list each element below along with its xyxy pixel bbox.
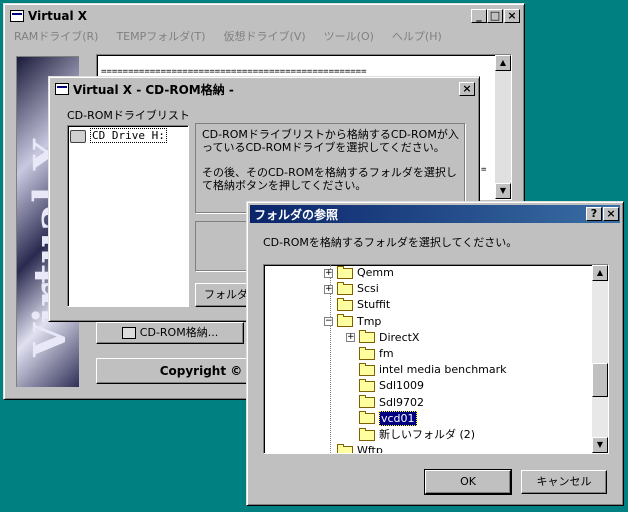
tree-item[interactable]: − Tmp <box>324 314 381 330</box>
maximize-button[interactable]: □ <box>487 9 503 23</box>
expand-icon[interactable]: + <box>324 284 333 294</box>
tree-scroll-up-button[interactable]: ▲ <box>592 265 608 281</box>
tree-item[interactable]: Sdl1009 <box>346 378 424 394</box>
folder-tree[interactable]: + Qemm + Scsi Stuffit − Tmp + DirectX fm intel med… <box>263 264 609 454</box>
tree-item-label: fm <box>379 347 394 360</box>
ok-button[interactable]: OK <box>424 469 512 495</box>
folder-icon <box>359 330 375 344</box>
folder-icon <box>359 395 375 409</box>
browse-prompt: CD-ROMを格納するフォルダを選択してください。 <box>263 236 518 249</box>
tree-item-label: Tmp <box>357 314 382 328</box>
tree-item[interactable]: intel media benchmark <box>346 362 507 378</box>
close-button[interactable]: × <box>504 9 520 23</box>
tree-item[interactable]: Sdl9702 <box>346 395 424 411</box>
folder-icon <box>337 297 353 311</box>
tree-item[interactable]: + DirectX <box>346 330 419 346</box>
tree-item-label: 新しいフォルダ (2) <box>379 428 476 441</box>
tree-item-label: Wftp <box>357 444 383 454</box>
cdrom-dialog-close-button[interactable]: × <box>459 82 475 96</box>
browse-dialog: フォルダの参照 ? × CD-ROMを格納するフォルダを選択してください。 + Q… <box>246 201 624 506</box>
cdrom-store-button[interactable]: CD-ROM格納... <box>96 322 244 344</box>
log-scrollbar[interactable]: ▲ ▼ <box>495 55 511 199</box>
menu-item-1[interactable]: TEMPフォルダ(T) <box>116 28 205 44</box>
app-icon <box>10 10 24 22</box>
tree-item[interactable]: + Qemm <box>324 265 394 281</box>
tree-item-label: DirectX <box>379 330 420 344</box>
main-title: Virtual X <box>28 9 88 23</box>
expand-icon[interactable]: + <box>346 333 355 343</box>
folder-icon <box>337 314 353 328</box>
drive-list[interactable]: CD Drive H: <box>67 125 189 307</box>
minimize-button[interactable]: _ <box>471 9 487 23</box>
instruction-1: CD-ROMドライブリストから格納するCD-ROMが入っているCD-ROMドライ… <box>202 128 459 154</box>
browse-close-button[interactable]: × <box>603 207 619 221</box>
tree-item-label: vcd01 <box>379 410 417 426</box>
browse-dialog-titlebar[interactable]: フォルダの参照 ? × <box>250 205 620 223</box>
instruction-2: その後、そのCD-ROMを格納するフォルダを選択して格納ボタンを押してください。 <box>202 166 457 192</box>
drive-label: CD Drive H: <box>90 128 167 143</box>
tree-item-label: Stuffit <box>357 298 391 312</box>
menu-item-2[interactable]: 仮想ドライブ(V) <box>224 28 306 44</box>
scroll-down-button[interactable]: ▼ <box>495 183 511 199</box>
tree-item[interactable]: Wftp <box>324 443 383 454</box>
tree-item-label: Sdl9702 <box>379 395 425 409</box>
cancel-button[interactable]: キャンセル <box>521 470 607 494</box>
expand-icon[interactable]: + <box>324 268 333 278</box>
drive-list-label: CD-ROMドライブリスト <box>67 109 190 122</box>
browse-dialog-title: フォルダの参照 <box>254 207 339 222</box>
tree-scroll-down-button[interactable]: ▼ <box>592 437 608 453</box>
main-titlebar[interactable]: Virtual X _ □ × <box>7 7 521 25</box>
tree-item-label: intel media benchmark <box>379 363 507 377</box>
tree-item[interactable]: + Scsi <box>324 281 379 297</box>
menu-item-3[interactable]: ツール(O) <box>324 28 374 44</box>
cdrom-dialog-title: Virtual X - CD-ROM格納 - <box>73 82 234 97</box>
copyright-button[interactable]: Copyright © <box>96 358 266 384</box>
drive-list-item[interactable]: CD Drive H: <box>70 128 167 143</box>
tree-item[interactable]: Stuffit <box>324 297 390 313</box>
instruction-box: CD-ROMドライブリストから格納するCD-ROMが入っているCD-ROMドライ… <box>195 123 465 213</box>
folder-icon <box>359 427 375 441</box>
folder-icon <box>337 265 353 279</box>
tree-item[interactable]: vcd01 <box>346 410 417 427</box>
tree-scrollbar[interactable]: ▲ ▼ <box>592 265 608 453</box>
tree-item[interactable]: 新しいフォルダ (2) <box>346 427 475 443</box>
cd-drive-icon <box>70 129 86 143</box>
ok-label: OK <box>460 475 476 488</box>
menu-bar: RAMドライブ(R) TEMPフォルダ(T) 仮想ドライブ(V) ツール(O) ヘルプ(… <box>14 28 442 44</box>
folder-icon <box>337 443 353 453</box>
cdrom-icon <box>121 327 136 339</box>
menu-item-4[interactable]: ヘルプ(H) <box>392 28 442 44</box>
folder-icon <box>359 378 375 392</box>
dialog-icon <box>55 83 69 95</box>
folder-icon <box>359 346 375 360</box>
tree-item-label: Sdl1009 <box>379 379 425 393</box>
collapse-icon[interactable]: − <box>324 317 333 327</box>
cancel-label: キャンセル <box>536 475 592 488</box>
folder-button-label: フォルダ <box>204 288 248 301</box>
help-button[interactable]: ? <box>586 207 602 221</box>
copyright-label: Copyright © <box>159 364 243 378</box>
cdrom-store-label: CD-ROM格納... <box>139 326 219 339</box>
folder-icon <box>337 281 353 295</box>
tree-item-label: Scsi <box>357 282 379 296</box>
scroll-up-button[interactable]: ▲ <box>495 55 511 71</box>
log-line-2: = <box>481 165 487 175</box>
cdrom-dialog-titlebar[interactable]: Virtual X - CD-ROM格納 - × <box>52 80 476 98</box>
folder-icon <box>359 362 375 376</box>
tree-item[interactable]: fm <box>346 346 394 362</box>
tree-scroll-thumb[interactable] <box>592 363 608 397</box>
menu-item-0[interactable]: RAMドライブ(R) <box>14 28 98 44</box>
folder-icon <box>359 411 375 425</box>
tree-item-label: Qemm <box>357 266 394 279</box>
